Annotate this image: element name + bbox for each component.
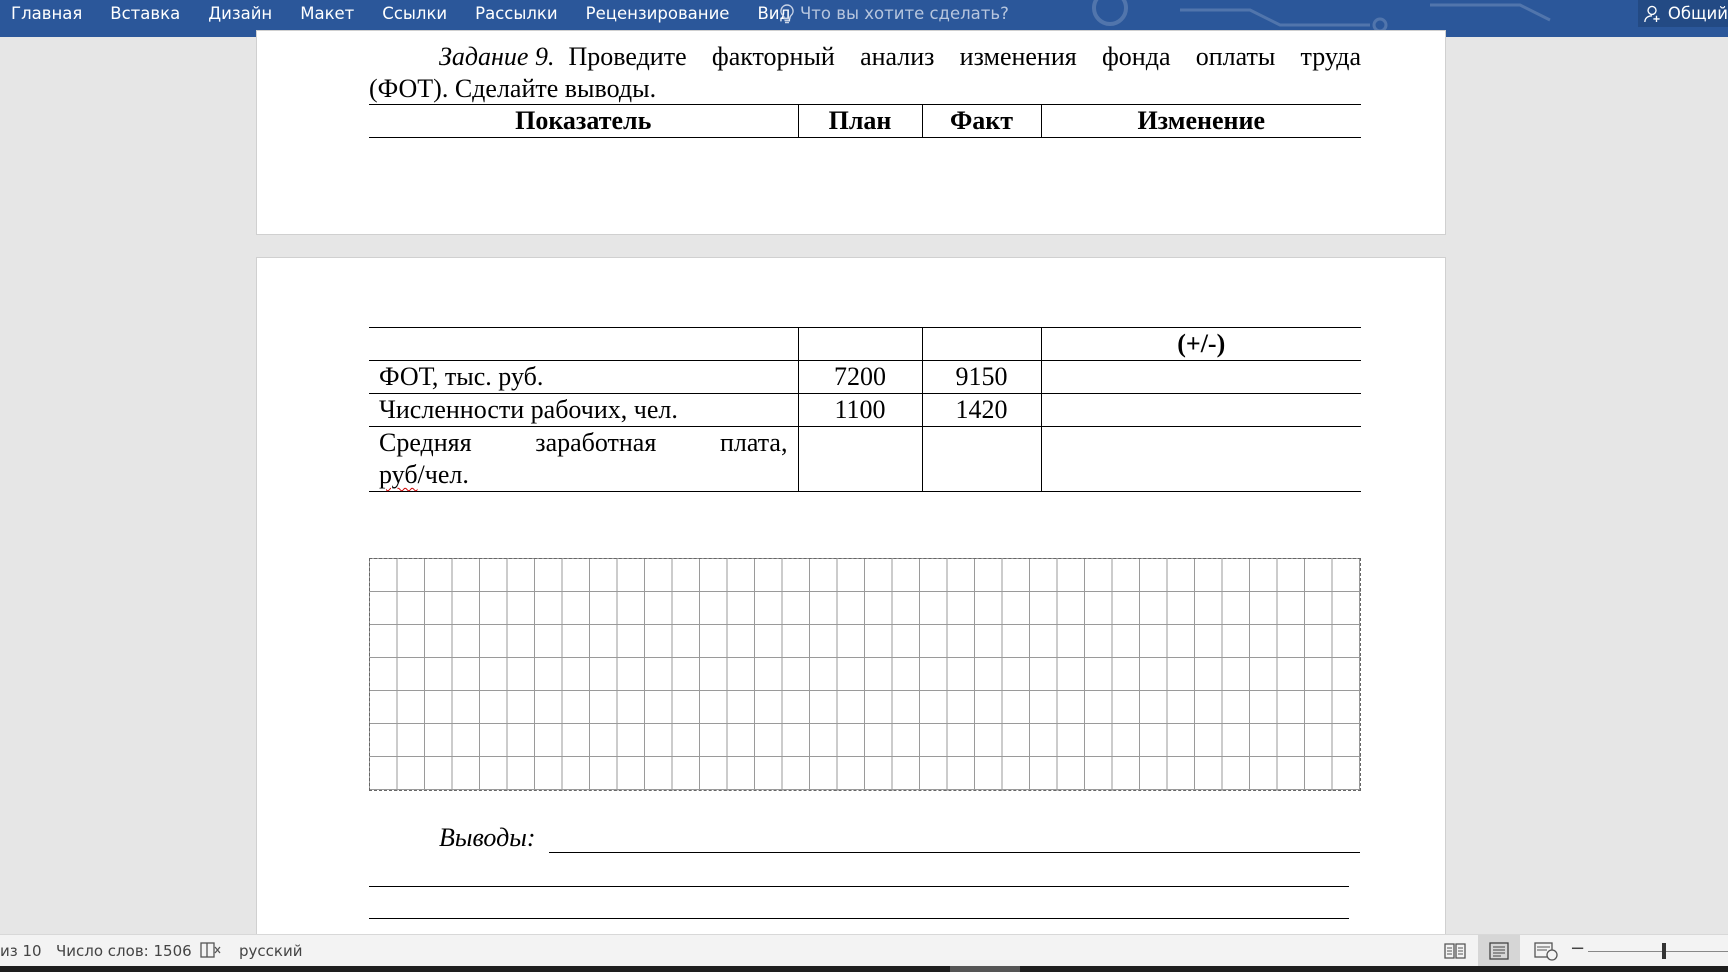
zoom-slider-thumb[interactable]	[1662, 943, 1666, 959]
tab-home[interactable]: Главная	[11, 4, 82, 23]
task-word: Проведите	[568, 42, 687, 71]
change-cell[interactable]	[1040, 360, 1361, 394]
tell-me-placeholder: Что вы хотите сделать?	[800, 4, 1009, 23]
calculation-grid[interactable]	[369, 558, 1361, 791]
task-word: фонда	[1101, 42, 1171, 71]
zoom-out-icon[interactable]: −	[1570, 938, 1585, 959]
table-header-continued-row: (+/-)	[369, 327, 1361, 361]
print-layout-icon	[1489, 942, 1509, 960]
indicator-line-1: Средняя заработная плата,	[379, 427, 788, 459]
ribbon-tabs: Главная Вставка Дизайн Макет Ссылки Расс…	[0, 0, 809, 27]
proofing-icon[interactable]	[200, 941, 222, 959]
word-count[interactable]: Число слов: 1506	[56, 942, 192, 960]
table-row: ФОТ, тыс. руб. 7200 9150	[369, 360, 1361, 394]
read-mode-icon[interactable]	[1444, 941, 1466, 961]
header-change: Изменение	[1040, 104, 1361, 138]
change-cell[interactable]	[1040, 426, 1361, 492]
share-button[interactable]: Общий	[1638, 0, 1728, 27]
header-fact: Факт	[921, 104, 1042, 138]
change-cell[interactable]	[1040, 393, 1361, 427]
web-layout-icon[interactable]	[1534, 941, 1558, 961]
misspelled-word: руб	[379, 460, 418, 489]
task-label: Задание 9.	[439, 42, 555, 71]
conclusion-line[interactable]	[369, 886, 1349, 887]
conclusion-line[interactable]	[549, 852, 1360, 853]
conclusion-line[interactable]	[369, 918, 1349, 919]
tab-mailings[interactable]: Рассылки	[475, 4, 557, 23]
plan-cell[interactable]	[797, 426, 923, 492]
task-word: факторный	[711, 42, 835, 71]
taskbar-active-item	[950, 966, 1020, 972]
header-cont-indicator	[369, 327, 799, 361]
header-cont-fact	[921, 327, 1042, 361]
person-icon	[1644, 5, 1660, 22]
table-row: Средняя заработная плата, руб/чел.	[369, 426, 1361, 492]
indicator-unit: /чел.	[417, 460, 469, 489]
indicator-word: плата,	[720, 428, 788, 457]
indicator-line-2: руб/чел.	[379, 459, 788, 491]
task-text-1: Проведите факторный анализ изменения фонда оп…	[568, 41, 1361, 73]
language[interactable]: русский	[239, 942, 302, 960]
indicator-cell[interactable]: Средняя заработная плата, руб/чел.	[369, 426, 799, 492]
conclusions-label: Выводы:	[439, 823, 536, 852]
indicator-cell[interactable]: Численности рабочих, чел.	[369, 393, 799, 427]
tell-me-search[interactable]: Что вы хотите сделать?	[780, 2, 1009, 25]
tab-layout[interactable]: Макет	[300, 4, 354, 23]
indicator-word: Средняя	[379, 428, 472, 457]
indicators-table-header: Показатель План Факт Изменение	[369, 104, 1361, 138]
tab-references[interactable]: Ссылки	[382, 4, 447, 23]
indicators-table: (+/-) ФОТ, тыс. руб. 7200 9150 Численнос…	[369, 327, 1361, 492]
table-row: Численности рабочих, чел. 1100 1420	[369, 393, 1361, 427]
header-cont-plan	[797, 327, 923, 361]
indicator-word: заработная	[535, 428, 657, 457]
task-word: изменения	[959, 42, 1077, 71]
table-header-row: Показатель План Факт Изменение	[369, 104, 1361, 138]
plan-cell[interactable]: 7200	[797, 360, 923, 394]
share-label: Общий	[1667, 4, 1728, 23]
fact-cell[interactable]: 9150	[921, 360, 1042, 394]
indicator-cell[interactable]: ФОТ, тыс. руб.	[369, 360, 799, 394]
task-word: труда	[1300, 42, 1361, 71]
tab-review[interactable]: Рецензирование	[586, 4, 730, 23]
tab-design[interactable]: Дизайн	[208, 4, 272, 23]
lightbulb-icon	[780, 3, 794, 23]
fact-cell[interactable]	[921, 426, 1042, 492]
taskbar-strip	[0, 966, 1728, 972]
task-word: оплаты	[1195, 42, 1276, 71]
task-line-1: Задание 9. Проведите факторный анализ измен…	[369, 41, 1361, 73]
zoom-slider[interactable]	[1588, 951, 1728, 952]
page-indicator[interactable]: из 10	[0, 942, 42, 960]
header-cont-change: (+/-)	[1040, 327, 1361, 361]
plan-cell[interactable]: 1100	[797, 393, 923, 427]
tab-insert[interactable]: Вставка	[110, 4, 180, 23]
fact-cell[interactable]: 1420	[921, 393, 1042, 427]
header-indicator: Показатель	[369, 104, 799, 138]
task-line-2: (ФОТ). Сделайте выводы.	[369, 74, 657, 103]
task-paragraph: Задание 9. Проведите факторный анализ измен…	[369, 41, 1361, 105]
header-plan: План	[797, 104, 923, 138]
status-bar: из 10 Число слов: 1506 русский −	[0, 934, 1728, 967]
task-word: анализ	[860, 42, 935, 71]
